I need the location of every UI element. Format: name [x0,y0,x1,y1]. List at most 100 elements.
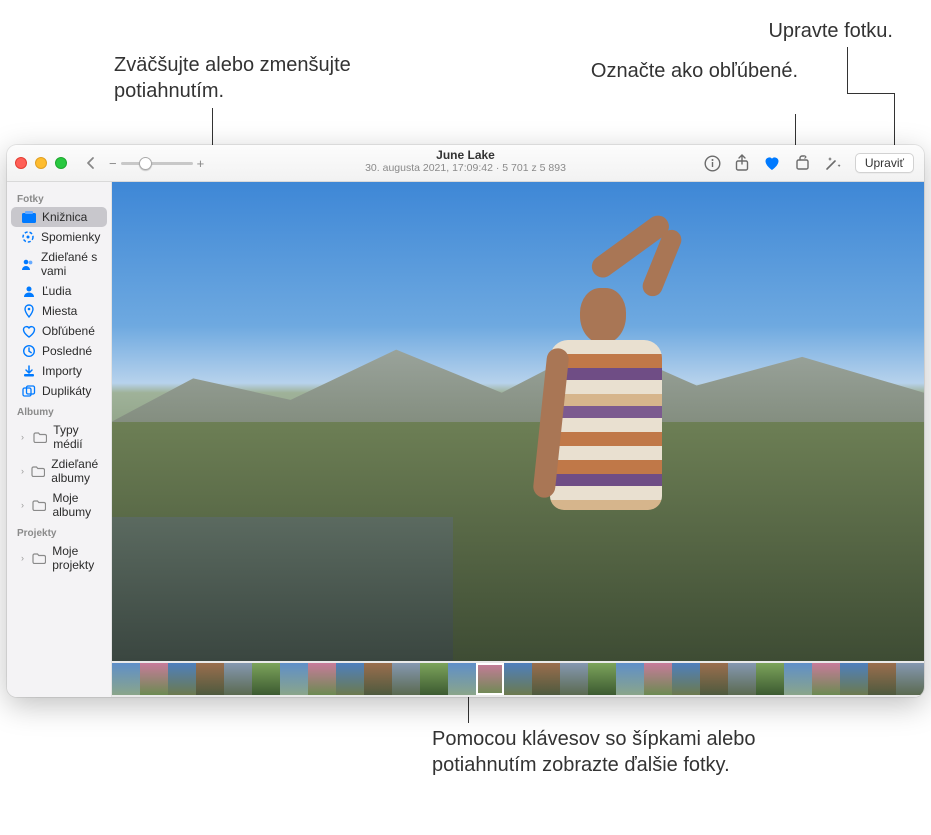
thumbnail[interactable] [532,663,560,695]
folder-icon [32,553,46,564]
thumbnail[interactable] [588,663,616,695]
close-window-button[interactable] [15,157,27,169]
thumbnail[interactable] [196,663,224,695]
thumbnail[interactable] [896,663,924,695]
sidebar-item-label: Posledné [42,344,92,358]
callout-edit-line [847,47,848,93]
sidebar-item-miesta[interactable]: Miesta [11,301,107,321]
thumbnail[interactable] [112,663,140,695]
sidebar-item-oblubene[interactable]: Obľúbené [11,321,107,341]
thumbnail[interactable] [448,663,476,695]
photos-app-window: − + June Lake 30. augusta 2021, 17:09:42… [7,145,924,697]
thumbnail[interactable] [252,663,280,695]
memories-icon [21,230,35,244]
sidebar-item-ludia[interactable]: Ľudia [11,281,107,301]
rotate-button[interactable] [794,155,811,172]
favorites-icon [21,325,36,338]
thumbnail[interactable] [504,663,532,695]
thumbnail-strip[interactable] [112,661,924,697]
edit-button[interactable]: Upraviť [855,153,914,173]
thumbnail-selected[interactable] [476,663,504,695]
sidebar-item-label: Zdieľané s vami [41,250,99,278]
rotate-icon [794,155,811,172]
zoom-minus-icon: − [109,156,117,171]
callout-zoom-line [212,108,213,146]
callout-edit-line-h [847,93,894,94]
people-icon [21,285,36,297]
sidebar-section-fotky: Fotky [7,188,111,207]
callout-zoom: Zväčšujte alebo zmenšujte potiahnutím. [114,52,404,104]
thumbnail[interactable] [644,663,672,695]
callout-navigate: Pomocou klávesov so šípkami alebo potiah… [432,726,852,778]
thumbnail[interactable] [280,663,308,695]
sidebar-item-spomienky[interactable]: Spomienky [11,227,107,247]
thumbnail[interactable] [560,663,588,695]
magic-wand-icon [824,155,842,172]
thumbnail[interactable] [784,663,812,695]
thumbnail[interactable] [756,663,784,695]
toolbar-title-group: June Lake 30. augusta 2021, 17:09:42 · 5… [365,149,566,174]
minimize-window-button[interactable] [35,157,47,169]
share-icon [734,154,750,172]
thumbnail[interactable] [868,663,896,695]
sidebar-item-label: Duplikáty [42,384,91,398]
thumbnail[interactable] [364,663,392,695]
sidebar-item-kniznica[interactable]: Knižnica [11,207,107,227]
zoom-slider-track[interactable] [121,162,193,165]
sidebar-item-posledne[interactable]: Posledné [11,341,107,361]
sidebar-item-zdielane-s-vami[interactable]: Zdieľané s vami [11,247,107,281]
fullscreen-window-button[interactable] [55,157,67,169]
back-button[interactable] [81,154,101,172]
recents-icon [21,344,36,358]
share-button[interactable] [734,154,750,172]
sidebar-item-importy[interactable]: Importy [11,361,107,381]
thumbnail[interactable] [224,663,252,695]
duplicates-icon [21,385,36,398]
sidebar-item-label: Moje projekty [52,544,99,572]
sidebar-item-moje-albumy[interactable]: › Moje albumy [11,488,107,522]
chevron-right-icon: › [21,432,27,442]
thumbnail[interactable] [392,663,420,695]
chevron-right-icon: › [21,553,26,563]
sidebar-item-label: Obľúbené [42,324,95,338]
thumbnail[interactable] [728,663,756,695]
sidebar-section-albumy: Albumy [7,401,111,420]
thumbnail[interactable] [700,663,728,695]
sidebar-item-moje-projekty[interactable]: › Moje projekty [11,541,107,575]
sidebar-item-label: Miesta [42,304,77,318]
folder-icon [31,466,45,477]
auto-enhance-button[interactable] [824,155,842,172]
thumbnail[interactable] [168,663,196,695]
zoom-slider-thumb[interactable] [139,157,152,170]
chevron-right-icon: › [21,500,26,510]
folder-icon [33,432,47,443]
thumbnail[interactable] [140,663,168,695]
chevron-right-icon: › [21,466,25,476]
main-content [112,182,924,697]
callout-edit: Upravte fotku. [768,18,893,44]
sidebar-item-label: Moje albumy [52,491,99,519]
sidebar-item-typy-medii[interactable]: › Typy médií [11,420,107,454]
callout-navigate-line [468,697,469,723]
photo-viewer[interactable] [112,182,924,661]
sidebar: Fotky Knižnica Spomienky Zdieľané s vami… [7,182,112,697]
info-button[interactable] [704,155,721,172]
chevron-left-icon [85,156,97,170]
favorite-button[interactable] [763,155,781,172]
photo-illustration-person [502,268,702,608]
sidebar-item-label: Zdieľané albumy [51,457,99,485]
zoom-slider[interactable]: − + [109,156,204,171]
sidebar-item-label: Typy médií [53,423,99,451]
thumbnail[interactable] [672,663,700,695]
thumbnail[interactable] [616,663,644,695]
thumbnail[interactable] [420,663,448,695]
thumbnail[interactable] [308,663,336,695]
callout-edit-line-v2 [894,93,895,147]
sidebar-item-zdielane-albumy[interactable]: › Zdieľané albumy [11,454,107,488]
toolbar: − + June Lake 30. augusta 2021, 17:09:42… [7,145,924,182]
thumbnail[interactable] [336,663,364,695]
places-icon [21,304,36,318]
thumbnail[interactable] [812,663,840,695]
thumbnail[interactable] [840,663,868,695]
sidebar-item-duplikaty[interactable]: Duplikáty [11,381,107,401]
